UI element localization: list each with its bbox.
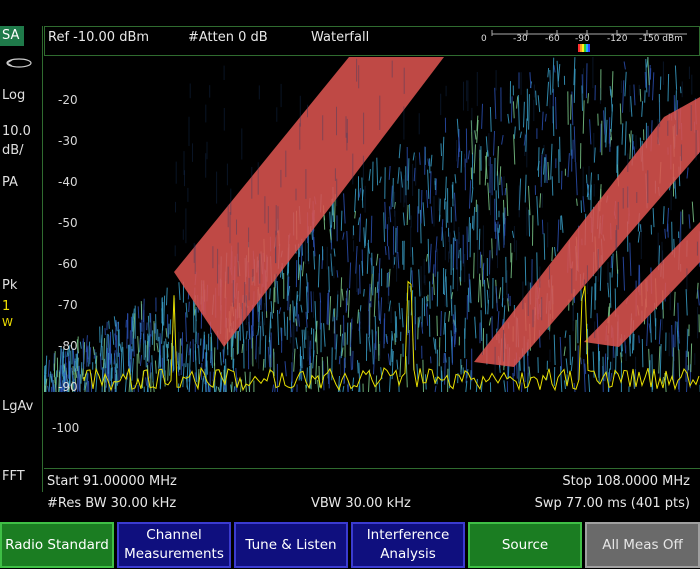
interference-analysis-button[interactable]: Interference Analysis [351,522,465,568]
scale-per-div-unit: dB/ [2,143,24,158]
y-tick-label: -30 [58,134,78,148]
start-frequency[interactable]: Start 91.00000 MHz [47,474,177,489]
all-meas-off-button[interactable]: All Meas Off [585,522,700,568]
y-tick-label: -50 [58,216,78,230]
detector-label: Pk [2,278,18,293]
scale-label: -90 [575,34,590,44]
softkey-label: Measurements [124,546,224,562]
sweep-type: FFT [2,469,25,484]
softkey-label: Radio Standard [5,536,109,553]
source-button[interactable]: Source [468,522,582,568]
waterfall-plot[interactable]: -20 -30 -40 -50 -60 -70 -80 -90 -100 [44,57,700,468]
scale-type: Log [2,88,26,103]
scale-label: 0 [481,34,487,44]
y-tick-label: -60 [58,257,78,271]
y-tick-label: -70 [58,298,78,312]
attenuation[interactable]: #Atten 0 dB [188,30,268,45]
view-mode: Waterfall [311,30,370,45]
scale-label: -150 dBm [639,34,683,44]
y-tick-label: -20 [58,93,78,107]
rotate-icon [4,56,34,70]
scale-label: -60 [545,34,560,44]
waterfall-graphic [44,57,700,393]
y-tick-label: -80 [58,339,78,353]
mode-badge[interactable]: SA [0,26,24,46]
softkey-label: All Meas Off [602,536,683,553]
y-tick-label: -100 [52,421,80,435]
avg-type: LgAv [2,399,34,414]
tune-listen-button[interactable]: Tune & Listen [234,522,348,568]
y-tick-label: -40 [58,175,78,189]
scale-label: -120 [607,34,628,44]
softkey-label: Interference [366,527,450,543]
scale-per-div-value: 10.0 [2,124,31,139]
scale-label: -30 [513,34,528,44]
radio-standard-button[interactable]: Radio Standard [0,522,114,568]
waterfall-color-scale: 0 -30 -60 -90 -120 -150 dBm [475,30,695,55]
y-tick-label: -90 [58,380,78,394]
footer-bar: Start 91.00000 MHz Stop 108.0000 MHz #Re… [44,468,700,517]
softkey-label: Analysis [380,546,436,562]
vbw[interactable]: VBW 30.00 kHz [311,496,411,511]
softkey-label: Source [501,536,549,553]
ref-level[interactable]: Ref -10.00 dBm [48,30,149,45]
res-bw[interactable]: #Res BW 30.00 kHz [47,496,176,511]
trace-mode: W [2,316,13,329]
sweep-time[interactable]: Swp 77.00 ms (401 pts) [535,496,690,511]
stop-frequency[interactable]: Stop 108.0000 MHz [562,474,690,489]
channel-measurements-button[interactable]: Channel Measurements [117,522,231,568]
softkey-label: Channel [146,527,202,543]
trace-number: 1 [2,299,11,314]
softkey-label: Tune & Listen [245,536,337,553]
preamp-label: PA [2,175,18,190]
header-bar: Ref -10.00 dBm #Atten 0 dB Waterfall 0 -… [44,26,700,56]
